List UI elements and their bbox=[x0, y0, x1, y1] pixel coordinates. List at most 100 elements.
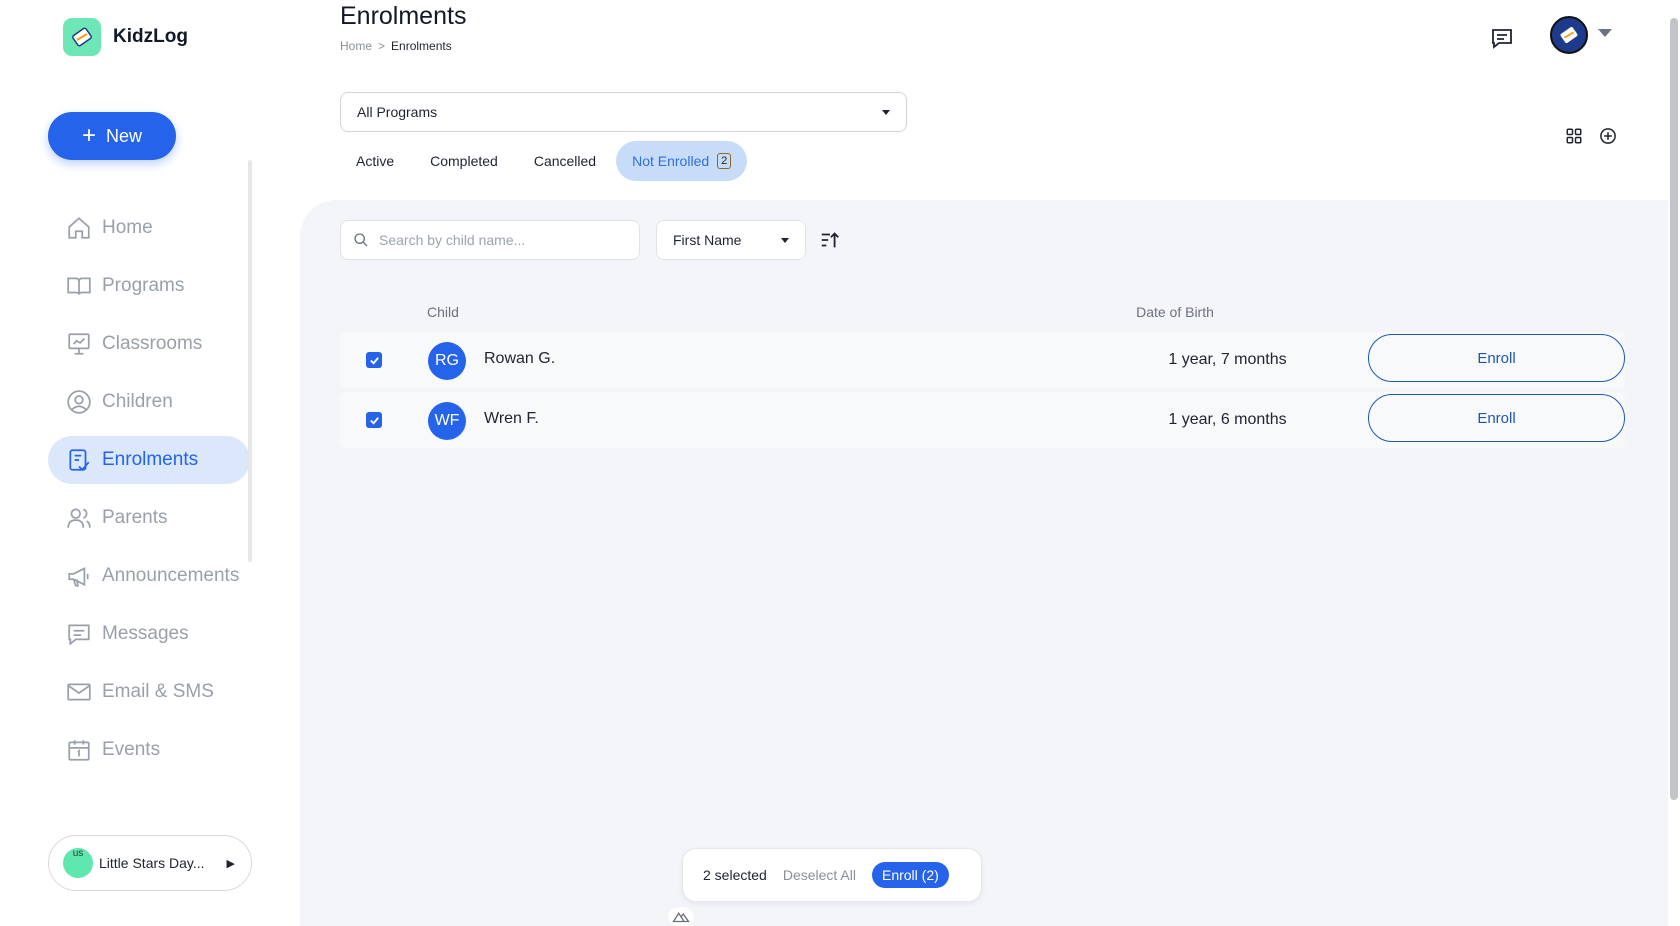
user-avatar[interactable] bbox=[1550, 16, 1588, 54]
bulk-action-bar: 2 selected Deselect All Enroll (2) bbox=[682, 848, 982, 902]
selected-count: 2 selected bbox=[703, 867, 767, 883]
plus-icon: + bbox=[81, 122, 96, 149]
presentation-icon bbox=[68, 333, 90, 355]
breadcrumb-separator-icon: > bbox=[378, 39, 386, 53]
new-button[interactable]: + New bbox=[48, 112, 176, 160]
sidebar-item-home[interactable]: Home bbox=[48, 204, 250, 252]
search-input[interactable] bbox=[379, 232, 619, 248]
user-circle-icon bbox=[67, 390, 91, 414]
sidebar-item-label: Events bbox=[102, 739, 161, 760]
enroll-button[interactable]: Enroll bbox=[1368, 394, 1625, 442]
sidebar-item-label: Classrooms bbox=[102, 333, 203, 354]
tab-completed[interactable]: Completed bbox=[414, 141, 514, 181]
child-name: Wren F. bbox=[484, 410, 539, 427]
caret-down-icon bbox=[882, 109, 890, 115]
grid-view-icon[interactable] bbox=[1565, 127, 1583, 145]
page-scrollbar[interactable] bbox=[1668, 0, 1680, 926]
sidebar-item-label: Parents bbox=[102, 507, 168, 528]
book-icon bbox=[67, 277, 91, 295]
mail-icon bbox=[67, 683, 91, 701]
calendar-icon bbox=[68, 740, 90, 761]
page-title: Enrolments bbox=[340, 2, 467, 30]
users-icon bbox=[67, 508, 91, 528]
search-icon bbox=[354, 233, 368, 247]
enroll-button[interactable]: Enroll bbox=[1368, 334, 1625, 382]
organization-switcher[interactable]: us Little Stars Day... ▶ bbox=[48, 835, 252, 891]
check-icon bbox=[369, 416, 379, 425]
status-tabs: Active Completed Cancelled Not Enrolled … bbox=[340, 141, 748, 181]
sidebar-item-announcements[interactable]: Announcements bbox=[48, 552, 250, 600]
sidebar-item-children[interactable]: Children bbox=[48, 378, 250, 426]
new-button-label: New bbox=[106, 125, 143, 146]
program-select-value: All Programs bbox=[357, 104, 438, 120]
check-icon bbox=[369, 356, 379, 365]
row-checkbox[interactable] bbox=[366, 352, 382, 368]
sort-direction-icon[interactable] bbox=[818, 229, 842, 251]
sidebar-item-programs[interactable]: Programs bbox=[48, 262, 250, 310]
chat-icon[interactable] bbox=[1490, 26, 1514, 50]
program-select[interactable]: All Programs bbox=[340, 92, 907, 132]
sidebar-item-email-sms[interactable]: Email & SMS bbox=[48, 668, 250, 716]
tab-label: Cancelled bbox=[533, 153, 597, 169]
sidebar-item-parents[interactable]: Parents bbox=[48, 494, 250, 542]
kidzlog-logo-icon bbox=[63, 18, 101, 56]
home-icon bbox=[68, 217, 90, 239]
org-avatar-alt-text: us bbox=[72, 848, 84, 859]
child-name: Rowan G. bbox=[484, 350, 556, 367]
caret-down-icon bbox=[781, 237, 789, 243]
sidebar-item-label: Enrolments bbox=[102, 449, 199, 470]
sidebar-item-label: Announcements bbox=[102, 565, 240, 586]
avatar-logo-icon bbox=[1560, 27, 1578, 43]
row-checkbox[interactable] bbox=[366, 412, 382, 428]
page-scrollbar-thumb[interactable] bbox=[1670, 18, 1678, 800]
table-row: WF Wren F. 1 year, 6 months Enroll bbox=[340, 392, 1625, 448]
org-name: Little Stars Day... bbox=[99, 855, 205, 871]
sidebar-item-label: Email & SMS bbox=[102, 681, 214, 702]
tab-count-badge: 2 bbox=[717, 152, 732, 170]
caret-right-icon: ▶ bbox=[226, 857, 235, 870]
column-header-dob[interactable]: Date of Birth bbox=[1040, 304, 1310, 320]
message-icon bbox=[68, 624, 90, 646]
sidebar-item-messages[interactable]: Messages bbox=[48, 610, 250, 658]
column-header-child[interactable]: Child bbox=[427, 304, 459, 320]
app-logo[interactable]: KidzLog bbox=[63, 18, 188, 56]
sidebar-item-events[interactable]: Events bbox=[48, 726, 250, 774]
tab-label: Not Enrolled bbox=[632, 153, 710, 169]
breadcrumb: Home > Enrolments bbox=[340, 39, 452, 53]
search-box[interactable] bbox=[340, 220, 640, 260]
tab-label: Completed bbox=[430, 153, 498, 169]
org-avatar: us bbox=[63, 848, 93, 878]
sidebar-item-classrooms[interactable]: Classrooms bbox=[48, 320, 250, 368]
bulk-enroll-button[interactable]: Enroll (2) bbox=[871, 862, 949, 888]
tab-not-enrolled[interactable]: Not Enrolled 2 bbox=[616, 141, 748, 181]
tab-label: Active bbox=[356, 153, 395, 169]
child-dob: 1 year, 6 months bbox=[1168, 411, 1287, 428]
sidebar-item-label: Children bbox=[102, 391, 173, 412]
sidebar-item-label: Messages bbox=[102, 623, 189, 644]
breadcrumb-current: Enrolments bbox=[391, 39, 452, 53]
content-panel bbox=[300, 200, 1668, 926]
table-row: RG Rowan G. 1 year, 7 months Enroll bbox=[340, 332, 1625, 388]
sidebar-item-label: Home bbox=[102, 217, 153, 238]
view-controls bbox=[1565, 127, 1617, 145]
tab-active[interactable]: Active bbox=[340, 141, 410, 181]
app-name: KidzLog bbox=[113, 26, 188, 47]
enrolment-icon bbox=[69, 449, 90, 472]
sidebar-item-label: Programs bbox=[102, 275, 185, 296]
child-avatar: RG bbox=[428, 342, 466, 380]
sidebar-scrollbar[interactable] bbox=[248, 160, 252, 562]
sort-field-select[interactable]: First Name bbox=[656, 220, 806, 260]
sort-field-value: First Name bbox=[673, 232, 742, 248]
tab-cancelled[interactable]: Cancelled bbox=[518, 141, 612, 181]
breadcrumb-home[interactable]: Home bbox=[340, 39, 372, 53]
user-menu-caret-icon[interactable] bbox=[1598, 29, 1612, 37]
sidebar-item-enrolments[interactable]: Enrolments bbox=[48, 436, 250, 484]
sidebar: KidzLog + New Home Programs Classrooms C… bbox=[0, 0, 300, 926]
mountain-icon[interactable] bbox=[668, 907, 694, 926]
add-circle-icon[interactable] bbox=[1599, 127, 1617, 145]
child-dob: 1 year, 7 months bbox=[1168, 351, 1287, 368]
megaphone-icon bbox=[68, 567, 89, 587]
sidebar-nav: Home Programs Classrooms Children Enrolm… bbox=[48, 204, 250, 784]
child-avatar: WF bbox=[428, 402, 466, 440]
deselect-all-button[interactable]: Deselect All bbox=[783, 867, 856, 883]
